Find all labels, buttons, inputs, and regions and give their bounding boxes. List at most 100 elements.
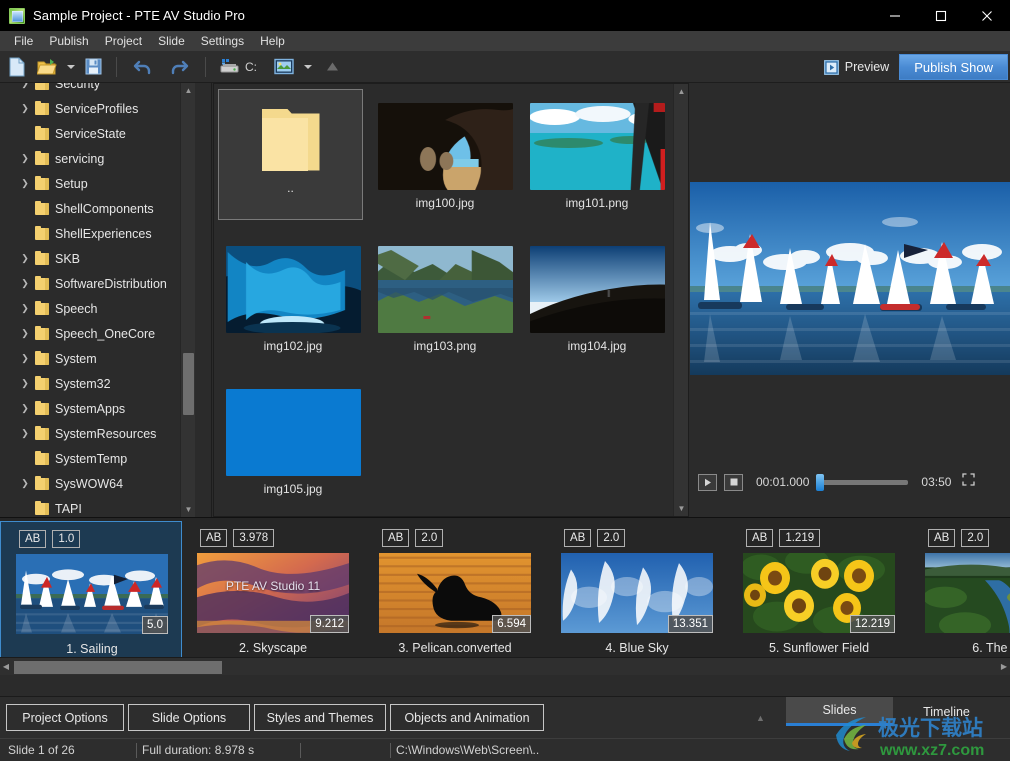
tree-item-serviceprofiles[interactable]: ❯ServiceProfiles — [0, 96, 190, 121]
slide-card[interactable]: AB2.013.3514. Blue Sky — [546, 521, 728, 673]
slide-duration-badge[interactable]: 9.212 — [310, 615, 349, 633]
styles-and-themes-button[interactable]: Styles and Themes — [254, 704, 386, 731]
file-item[interactable]: img104.jpg — [522, 246, 672, 353]
save-project-button[interactable] — [78, 51, 108, 83]
project-options-button[interactable]: Project Options — [6, 704, 124, 731]
stop-button[interactable] — [724, 474, 743, 491]
slide-thumbnail[interactable]: 5.0 — [16, 554, 168, 634]
slides-horizontal-scrollbar[interactable]: ◀ ▶ — [0, 657, 1010, 675]
expand-chevron-icon[interactable]: ❯ — [18, 371, 32, 396]
transition-time-badge[interactable]: 3.978 — [233, 529, 274, 547]
slide-thumbnail[interactable] — [925, 553, 1010, 633]
slide-duration-badge[interactable]: 13.351 — [668, 615, 713, 633]
preview-button[interactable]: Preview — [814, 56, 899, 79]
tree-item-setup[interactable]: ❯Setup — [0, 171, 190, 196]
transition-time-badge[interactable]: 2.0 — [415, 529, 443, 547]
play-button[interactable] — [698, 474, 717, 491]
tree-item-system[interactable]: ❯System — [0, 346, 190, 371]
tree-item-softwaredistribution[interactable]: ❯SoftwareDistribution — [0, 271, 190, 296]
tree-item-systemtemp[interactable]: ❯SystemTemp — [0, 446, 190, 471]
slide-thumbnail[interactable]: 13.351 — [561, 553, 713, 633]
transition-badge[interactable]: AB — [200, 529, 227, 547]
open-recent-dropdown[interactable] — [60, 51, 78, 83]
slides-scroll-thumb[interactable] — [14, 661, 222, 674]
menu-item-settings[interactable]: Settings — [193, 32, 252, 50]
slides-strip[interactable]: AB1.05.01. SailingAB3.978PTE AV Studio 1… — [0, 517, 1010, 675]
files-scroll-down-arrow[interactable]: ▼ — [674, 501, 689, 516]
slide-thumbnail[interactable]: 6.594 — [379, 553, 531, 633]
expand-chevron-icon[interactable]: ❯ — [18, 96, 32, 121]
tree-item-tapi[interactable]: ❯TAPI — [0, 496, 190, 517]
expand-chevron-icon[interactable]: ❯ — [18, 271, 32, 296]
expand-chevron-icon[interactable]: ❯ — [18, 146, 32, 171]
media-view-button[interactable] — [271, 51, 297, 83]
publish-show-button[interactable]: Publish Show — [899, 54, 1008, 80]
slide-card[interactable]: AB1.21912.2195. Sunflower Field — [728, 521, 910, 673]
undo-button[interactable] — [125, 51, 161, 83]
tree-vertical-scrollbar[interactable]: ▲ ▼ — [180, 83, 195, 517]
folder-tree-panel[interactable]: ❯Security❯ServiceProfiles❯ServiceState❯s… — [0, 83, 212, 517]
slide-duration-badge[interactable]: 6.594 — [492, 615, 531, 633]
tree-item-shellcomponents[interactable]: ❯ShellComponents — [0, 196, 190, 221]
expand-chevron-icon[interactable]: ❯ — [18, 396, 32, 421]
expand-chevron-icon[interactable]: ❯ — [18, 296, 32, 321]
transition-badge[interactable]: AB — [746, 529, 773, 547]
transition-time-badge[interactable]: 1.219 — [779, 529, 820, 547]
file-item[interactable]: img101.png — [522, 103, 672, 210]
expand-chevron-icon[interactable]: ❯ — [18, 246, 32, 271]
file-item[interactable]: img103.png — [370, 246, 520, 353]
menu-item-file[interactable]: File — [6, 32, 41, 50]
fullscreen-button[interactable] — [962, 473, 975, 491]
expand-chevron-icon[interactable]: ❯ — [18, 421, 32, 446]
slides-scroll-right-arrow[interactable]: ▶ — [998, 658, 1010, 675]
collapse-up-icon[interactable]: ▲ — [756, 713, 765, 723]
menu-item-publish[interactable]: Publish — [41, 32, 96, 50]
slide-thumbnail[interactable]: 12.219 — [743, 553, 895, 633]
open-project-button[interactable] — [34, 51, 60, 83]
tree-item-speech[interactable]: ❯Speech — [0, 296, 190, 321]
drive-selector-button[interactable] — [218, 51, 242, 83]
transition-badge[interactable]: AB — [382, 529, 409, 547]
slide-thumbnail[interactable]: PTE AV Studio 119.212 — [197, 553, 349, 633]
tree-item-system32[interactable]: ❯System32 — [0, 371, 190, 396]
menu-item-project[interactable]: Project — [97, 32, 150, 50]
scroll-up-arrow[interactable]: ▲ — [181, 83, 196, 98]
seek-slider[interactable] — [816, 480, 908, 485]
transition-badge[interactable]: AB — [19, 530, 46, 548]
slide-duration-badge[interactable]: 12.219 — [850, 615, 895, 633]
tree-item-servicestate[interactable]: ❯ServiceState — [0, 121, 190, 146]
media-view-dropdown[interactable] — [297, 51, 315, 83]
file-item[interactable]: img105.jpg — [218, 389, 368, 496]
slide-card[interactable]: AB2.06. The Hin — [910, 521, 1010, 673]
seek-handle[interactable] — [816, 474, 824, 491]
menu-item-help[interactable]: Help — [252, 32, 293, 50]
preview-stage[interactable] — [690, 182, 1010, 375]
minimize-button[interactable] — [872, 0, 918, 31]
maximize-button[interactable] — [918, 0, 964, 31]
tab-timeline[interactable]: Timeline — [893, 697, 1000, 726]
file-item[interactable]: img100.jpg — [370, 103, 520, 210]
files-vertical-scrollbar[interactable]: ▲ ▼ — [673, 84, 688, 516]
parent-folder-item[interactable]: .. — [218, 89, 363, 220]
file-item[interactable]: img102.jpg — [218, 246, 368, 353]
expand-chevron-icon[interactable]: ❯ — [18, 171, 32, 196]
tree-item-security[interactable]: ❯Security — [0, 83, 190, 96]
tree-item-shellexperiences[interactable]: ❯ShellExperiences — [0, 221, 190, 246]
tree-scroll-thumb[interactable] — [183, 353, 194, 415]
tree-item-syswow64[interactable]: ❯SysWOW64 — [0, 471, 190, 496]
transition-time-badge[interactable]: 2.0 — [961, 529, 989, 547]
expand-chevron-icon[interactable]: ❯ — [18, 346, 32, 371]
transition-time-badge[interactable]: 1.0 — [52, 530, 80, 548]
expand-chevron-icon[interactable]: ❯ — [18, 83, 32, 96]
slide-card[interactable]: AB3.978PTE AV Studio 119.2122. Skyscape — [182, 521, 364, 673]
slide-card[interactable]: AB1.05.01. Sailing — [0, 521, 182, 673]
transition-badge[interactable]: AB — [928, 529, 955, 547]
file-browser-panel[interactable]: .. img100.jpgimg101.png img102.jpgimg103.… — [213, 83, 689, 517]
files-scroll-up-arrow[interactable]: ▲ — [674, 84, 689, 99]
slide-options-button[interactable]: Slide Options — [128, 704, 250, 731]
slides-scroll-left-arrow[interactable]: ◀ — [0, 658, 12, 675]
tree-item-speech_onecore[interactable]: ❯Speech_OneCore — [0, 321, 190, 346]
objects-and-animation-button[interactable]: Objects and Animation — [390, 704, 544, 731]
expand-chevron-icon[interactable]: ❯ — [18, 321, 32, 346]
expand-chevron-icon[interactable]: ❯ — [18, 471, 32, 496]
